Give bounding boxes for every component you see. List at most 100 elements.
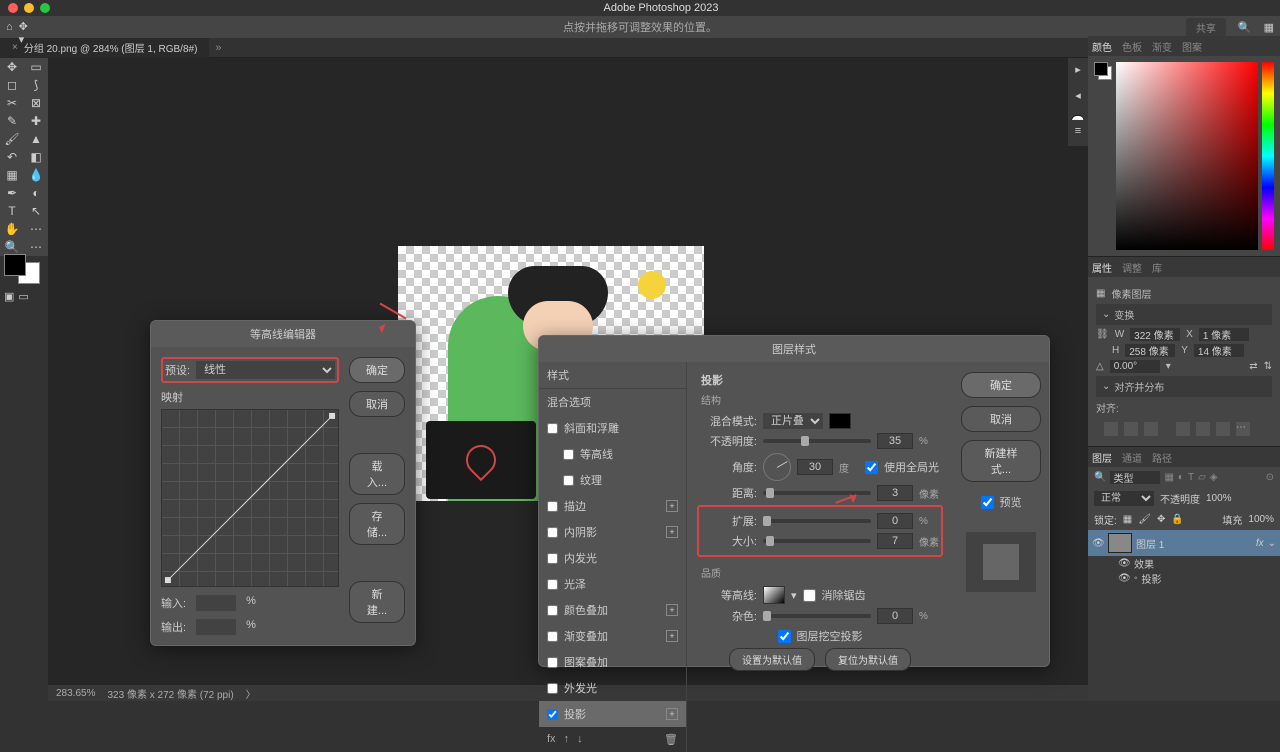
opt-color-overlay[interactable]: 颜色叠加+ [539,597,686,623]
workspace-icon[interactable]: ▦ [1264,21,1274,34]
y-input[interactable] [1194,344,1244,357]
spread-input[interactable] [877,513,913,529]
down-icon[interactable]: ↓ [577,733,583,746]
filter-icon[interactable]: 🔍 [1094,472,1106,483]
up-icon[interactable]: ↑ [564,733,570,746]
ok-button[interactable]: 确定 [349,357,405,383]
antialias-checkbox[interactable] [803,589,816,602]
contour-picker[interactable] [763,586,785,604]
align-bottom-icon[interactable] [1216,422,1230,436]
align-more-icon[interactable]: ⋯ [1236,422,1250,436]
brush-tool[interactable]: 🖌 [0,130,24,148]
fx-badge[interactable]: fx [1256,538,1264,549]
history-panel-icon[interactable]: ▸ [1068,58,1088,80]
filter-type-icon[interactable]: T [1188,472,1194,483]
flip-v-icon[interactable]: ⇅ [1264,361,1272,372]
crop-tool[interactable]: ✂ [0,94,24,112]
filter-smart-icon[interactable]: ◈ [1210,472,1218,483]
blend-mode-select[interactable]: 正常 [1094,491,1154,506]
gradient-tool[interactable]: ▦ [0,166,24,184]
width-input[interactable] [1130,328,1180,341]
align-section[interactable]: ⌄对齐并分布 [1096,376,1272,397]
output-value[interactable] [196,619,236,635]
filter-pixel-icon[interactable]: ▦ [1164,472,1173,483]
angle-dial[interactable] [763,453,791,481]
save-button[interactable]: 存储... [349,503,405,545]
pen-tool[interactable]: ✒ [0,184,24,202]
blend-mode-select[interactable]: 正片叠底 [763,413,823,429]
cancel-button[interactable]: 取消 [349,391,405,417]
effect-dropshadow-row[interactable]: 👁 ◦投影 [1088,571,1280,586]
opt-drop-shadow[interactable]: 投影+ [539,701,686,727]
ok-button[interactable]: 确定 [961,372,1041,398]
align-right-icon[interactable] [1144,422,1158,436]
move-tool-indicator[interactable]: ✥ ▾ [19,20,33,34]
add-icon[interactable]: + [666,630,678,642]
move-tool[interactable]: ✥ [0,58,24,76]
maximize-window[interactable] [40,3,50,13]
opacity-slider[interactable] [763,439,871,443]
lock-trans-icon[interactable]: ▦ [1123,514,1132,525]
add-icon[interactable]: + [666,604,678,616]
size-input[interactable] [877,533,913,549]
add-icon[interactable]: + [666,500,678,512]
distance-input[interactable] [877,485,913,501]
quickmask-icon[interactable]: ▣ [4,290,14,303]
layer-filter-select[interactable] [1110,471,1160,484]
visibility-icon[interactable]: 👁 [1092,538,1104,549]
noise-slider[interactable] [763,614,871,618]
lock-pos-icon[interactable]: ✥ [1157,514,1165,525]
global-light-checkbox[interactable] [865,461,878,474]
dodge-tool[interactable]: ◐ [24,184,48,202]
contour-curve[interactable] [161,409,339,587]
stamp-tool[interactable]: ▲ [24,130,48,148]
spread-slider[interactable] [763,519,871,523]
preview-checkbox[interactable] [981,496,994,509]
visibility-icon[interactable]: 👁 [1118,573,1130,584]
angle-input[interactable] [1110,360,1160,373]
close-tab-icon[interactable]: × [12,42,18,53]
eyedropper-tool[interactable]: ✎ [0,112,24,130]
tab-libraries[interactable]: 库 [1152,260,1162,275]
fg-bg-mini[interactable] [1094,62,1112,80]
opt-inner-shadow[interactable]: 内阴影+ [539,519,686,545]
link-icon[interactable]: ⛓ [1096,329,1109,340]
preset-panel-icon[interactable]: ≡ [1068,120,1088,142]
tab-channels[interactable]: 通道 [1122,450,1142,465]
reset-default-button[interactable]: 复位为默认值 [825,648,911,671]
tab-paths[interactable]: 路径 [1152,450,1172,465]
tab-patterns[interactable]: 图案 [1182,39,1202,54]
blur-tool[interactable]: 💧 [24,166,48,184]
more-tool[interactable]: ⋯ [24,220,48,238]
knockout-checkbox[interactable] [778,630,791,643]
zoom-level[interactable]: 283.65% [56,688,95,699]
visibility-icon[interactable]: 👁 [1118,558,1130,569]
filter-adjust-icon[interactable]: ◐ [1178,472,1184,483]
tab-overflow-icon[interactable]: » [215,42,221,54]
make-default-button[interactable]: 设置为默认值 [729,648,815,671]
layer-row[interactable]: 👁 图层 1 fx ⌄ [1088,530,1280,556]
opt-bevel[interactable]: 斜面和浮雕 [539,415,686,441]
x-input[interactable] [1199,328,1249,341]
opt-pattern-overlay[interactable]: 图案叠加 [539,649,686,675]
effects-row[interactable]: 👁 效果 [1088,556,1280,571]
shadow-color-swatch[interactable] [829,413,851,429]
color-field[interactable] [1116,62,1258,250]
opt-texture[interactable]: 纹理 [539,467,686,493]
close-window[interactable] [8,3,18,13]
tab-color[interactable]: 颜色 [1092,39,1112,54]
lasso-tool[interactable]: ⟆ [24,76,48,94]
artboard-tool[interactable]: ▭ [24,58,48,76]
hand-tool[interactable]: ✋ [0,220,24,238]
share-button[interactable]: 共享 [1186,18,1226,37]
blending-options[interactable]: 混合选项 [539,389,686,415]
input-value[interactable] [196,595,236,611]
noise-input[interactable] [877,608,913,624]
align-vcenter-icon[interactable] [1196,422,1210,436]
align-top-icon[interactable] [1176,422,1190,436]
tab-properties[interactable]: 属性 [1092,260,1112,275]
tab-swatches[interactable]: 色板 [1122,39,1142,54]
history-brush[interactable]: ↶ [0,148,24,166]
fill-value[interactable]: 100% [1248,514,1274,525]
cancel-button[interactable]: 取消 [961,406,1041,432]
